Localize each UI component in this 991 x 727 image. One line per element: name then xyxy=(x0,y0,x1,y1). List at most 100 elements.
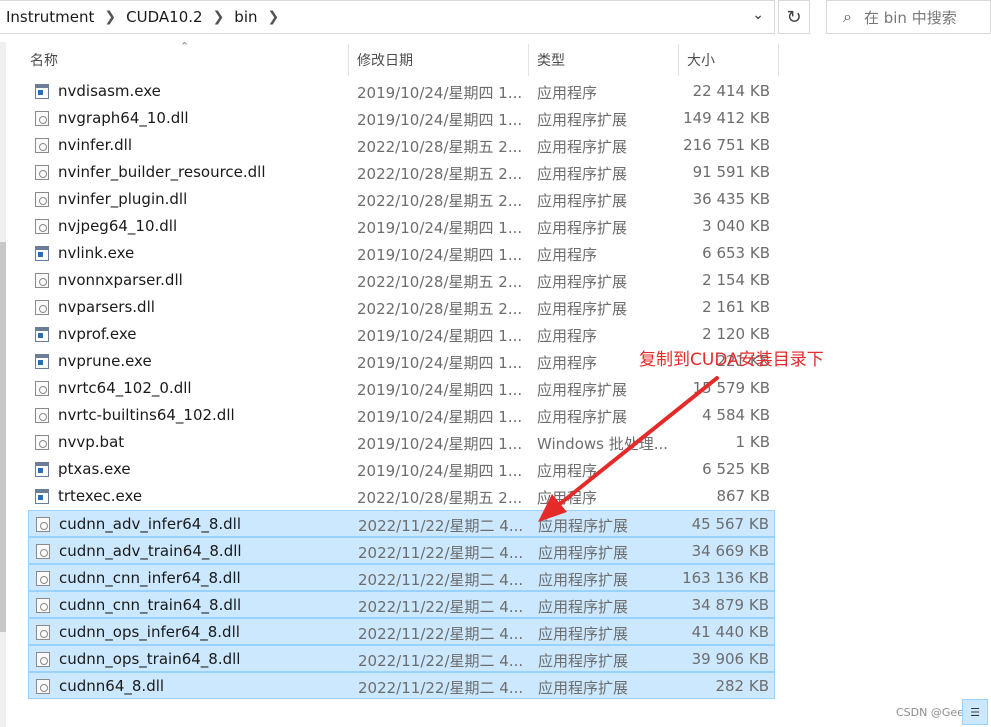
exe-file-icon xyxy=(35,327,49,342)
search-input[interactable]: ⌕ 在 bin 中搜索 xyxy=(826,0,991,34)
address-bar[interactable]: Instrutment ❯ CUDA10.2 ❯ bin ❯ ⌄ xyxy=(0,0,775,34)
file-name[interactable]: nvrtc-builtins64_102.dll xyxy=(58,406,235,424)
file-name[interactable]: nvrtc64_102_0.dll xyxy=(58,379,192,397)
file-name[interactable]: nvinfer_plugin.dll xyxy=(58,190,187,208)
file-row[interactable]: cudnn_cnn_infer64_8.dll 2022/11/22/星期二 4.… xyxy=(28,564,775,591)
column-divider[interactable] xyxy=(678,44,679,76)
file-modified-date: 2022/10/28/星期五 2... xyxy=(357,165,522,183)
file-name[interactable]: cudnn_adv_train64_8.dll xyxy=(59,542,242,560)
file-row[interactable]: nvgraph64_10.dll 2019/10/24/星期四 1... 应用程序扩… xyxy=(28,105,775,132)
file-row[interactable]: nvinfer_plugin.dll 2022/10/28/星期五 2... 应用程… xyxy=(28,186,775,213)
view-toggle-button[interactable]: ☰ xyxy=(962,699,988,725)
file-name[interactable]: nvinfer_builder_resource.dll xyxy=(58,163,266,181)
refresh-button[interactable]: ↻ xyxy=(778,0,810,34)
file-name[interactable]: nvprune.exe xyxy=(58,352,152,370)
file-row[interactable]: nvrtc-builtins64_102.dll 2019/10/24/星期四 1… xyxy=(28,402,775,429)
breadcrumb-cuda[interactable]: CUDA10.2 xyxy=(120,8,208,26)
breadcrumb-instrutment[interactable]: Instrutment xyxy=(0,8,100,26)
refresh-icon: ↻ xyxy=(786,6,802,28)
column-header-name-label: 名称 xyxy=(30,53,58,69)
file-size: 41 440 KB xyxy=(691,623,769,641)
file-type: 应用程序扩展 xyxy=(538,652,629,670)
file-size: 6 525 KB xyxy=(702,460,770,478)
search-placeholder: 在 bin 中搜索 xyxy=(863,8,957,27)
column-divider[interactable] xyxy=(778,44,779,76)
file-name[interactable]: cudnn_cnn_infer64_8.dll xyxy=(59,569,241,587)
file-modified-date: 2022/10/28/星期五 2... xyxy=(357,273,522,291)
chevron-right-icon[interactable]: ❯ xyxy=(264,9,284,25)
left-scrollbar[interactable] xyxy=(0,42,6,727)
file-type: 应用程序扩展 xyxy=(538,544,629,562)
file-name[interactable]: nvlink.exe xyxy=(58,244,134,262)
file-name[interactable]: nvgraph64_10.dll xyxy=(58,109,189,127)
chevron-down-icon[interactable]: ⌄ xyxy=(752,7,764,23)
file-name[interactable]: ptxas.exe xyxy=(58,460,131,478)
file-row[interactable]: cudnn_ops_infer64_8.dll 2022/11/22/星期二 4.… xyxy=(28,618,775,645)
file-name[interactable]: nvparsers.dll xyxy=(58,298,155,316)
file-size: 91 591 KB xyxy=(692,163,770,181)
chevron-right-icon[interactable]: ❯ xyxy=(209,9,229,25)
file-row[interactable]: trtexec.exe 2022/10/28/星期五 2... 应用程序 867 KB xyxy=(28,483,775,510)
file-row[interactable]: cudnn64_8.dll 2022/11/22/星期二 4... 应用程序扩展 28… xyxy=(28,672,775,699)
file-row[interactable]: cudnn_adv_infer64_8.dll 2022/11/22/星期二 4.… xyxy=(28,510,775,537)
file-name[interactable]: cudnn_cnn_train64_8.dll xyxy=(59,596,241,614)
file-name[interactable]: cudnn64_8.dll xyxy=(59,677,164,695)
dll-file-icon xyxy=(36,571,50,586)
file-row[interactable]: cudnn_cnn_train64_8.dll 2022/11/22/星期二 4.… xyxy=(28,591,775,618)
column-header-type[interactable]: 类型 xyxy=(537,44,677,76)
file-row[interactable]: nvjpeg64_10.dll 2019/10/24/星期四 1... 应用程序扩展… xyxy=(28,213,775,240)
dll-file-icon xyxy=(35,273,49,288)
column-header-modified[interactable]: 修改日期 xyxy=(357,44,527,76)
file-row[interactable]: cudnn_adv_train64_8.dll 2022/11/22/星期二 4.… xyxy=(28,537,775,564)
file-modified-date: 2019/10/24/星期四 1... xyxy=(357,354,522,372)
file-modified-date: 2019/10/24/星期四 1... xyxy=(357,246,522,264)
file-name[interactable]: trtexec.exe xyxy=(58,487,142,505)
file-name[interactable]: nvprof.exe xyxy=(58,325,137,343)
column-header-name[interactable]: 名称 xyxy=(30,44,348,76)
file-name[interactable]: nvonnxparser.dll xyxy=(58,271,183,289)
file-row[interactable]: nvparsers.dll 2022/10/28/星期五 2... 应用程序扩展 2 … xyxy=(28,294,775,321)
chevron-right-icon[interactable]: ❯ xyxy=(100,9,120,25)
file-row[interactable]: nvinfer_builder_resource.dll 2022/10/28/星… xyxy=(28,159,775,186)
dll-file-icon xyxy=(36,598,50,613)
file-size: 39 906 KB xyxy=(691,650,769,668)
file-modified-date: 2022/11/22/星期二 4... xyxy=(358,544,523,562)
column-divider[interactable] xyxy=(348,44,349,76)
file-modified-date: 2022/11/22/星期二 4... xyxy=(358,517,523,535)
file-row[interactable]: ptxas.exe 2019/10/24/星期四 1... 应用程序 6 525 KB xyxy=(28,456,775,483)
column-header-size[interactable]: 大小 xyxy=(687,44,777,76)
file-row[interactable]: nvdisasm.exe 2019/10/24/星期四 1... 应用程序 22 41… xyxy=(28,78,775,105)
file-row[interactable]: nvlink.exe 2019/10/24/星期四 1... 应用程序 6 653 K… xyxy=(28,240,775,267)
dll-file-icon xyxy=(35,219,49,234)
file-row[interactable]: cudnn_ops_train64_8.dll 2022/11/22/星期二 4.… xyxy=(28,645,775,672)
file-size: 1 KB xyxy=(735,433,770,451)
file-name[interactable]: cudnn_ops_infer64_8.dll xyxy=(59,623,240,641)
exe-file-icon xyxy=(35,489,49,504)
dll-file-icon xyxy=(35,300,49,315)
file-type: 应用程序扩展 xyxy=(537,111,628,129)
file-type: 应用程序扩展 xyxy=(537,273,628,291)
watermark: CSDN @Geek xyxy=(896,706,971,719)
exe-file-icon xyxy=(35,84,49,99)
file-name[interactable]: nvjpeg64_10.dll xyxy=(58,217,177,235)
file-name[interactable]: cudnn_adv_infer64_8.dll xyxy=(59,515,241,533)
file-size: 45 567 KB xyxy=(691,515,769,533)
breadcrumb-bin[interactable]: bin xyxy=(228,8,263,26)
file-modified-date: 2019/10/24/星期四 1... xyxy=(357,435,522,453)
file-name[interactable]: nvinfer.dll xyxy=(58,136,132,154)
file-size: 216 751 KB xyxy=(683,136,770,154)
column-divider[interactable] xyxy=(528,44,529,76)
file-size: 3 040 KB xyxy=(702,217,770,235)
file-type: 应用程序扩展 xyxy=(537,300,628,318)
file-row[interactable]: nvonnxparser.dll 2022/10/28/星期五 2... 应用程序扩… xyxy=(28,267,775,294)
file-row[interactable]: nvrtc64_102_0.dll 2019/10/24/星期四 1... 应用程序… xyxy=(28,375,775,402)
file-modified-date: 2022/10/28/星期五 2... xyxy=(357,192,522,210)
file-row[interactable]: nvprof.exe 2019/10/24/星期四 1... 应用程序 2 120 K… xyxy=(28,321,775,348)
file-modified-date: 2019/10/24/星期四 1... xyxy=(357,408,522,426)
file-row[interactable]: nvinfer.dll 2022/10/28/星期五 2... 应用程序扩展 216 … xyxy=(28,132,775,159)
left-scrollbar-thumb[interactable] xyxy=(0,242,6,632)
file-name[interactable]: nvvp.bat xyxy=(58,433,124,451)
file-name[interactable]: nvdisasm.exe xyxy=(58,82,161,100)
file-row[interactable]: nvvp.bat 2019/10/24/星期四 1... Windows 批处理..… xyxy=(28,429,775,456)
file-name[interactable]: cudnn_ops_train64_8.dll xyxy=(59,650,240,668)
